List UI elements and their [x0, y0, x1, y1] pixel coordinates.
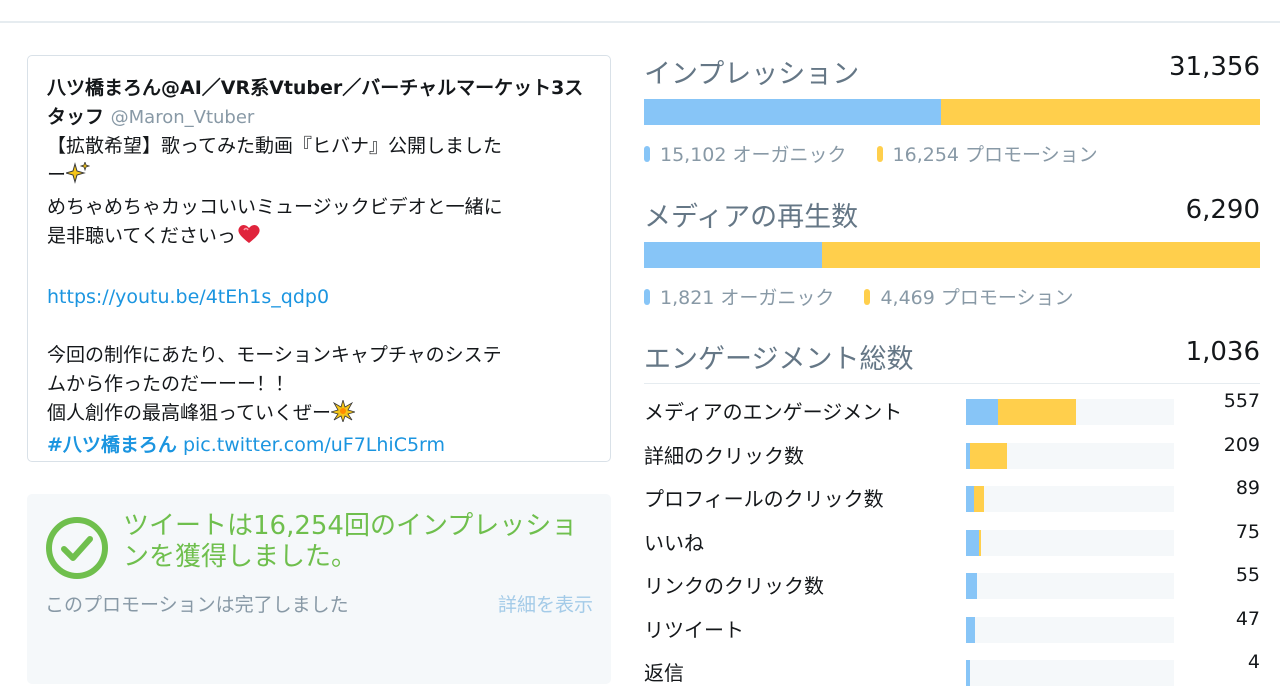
- engagement-organic-segment: [966, 616, 976, 643]
- view-details-link[interactable]: 詳細を表示: [498, 590, 593, 617]
- engagement-bar: [966, 529, 1174, 556]
- tweet-text-line: 是非聴いてくださいっ: [47, 222, 587, 254]
- engagement-promoted-segment: [979, 529, 981, 556]
- engagement-count: 75: [1235, 520, 1260, 543]
- hashtag-link[interactable]: #八ツ橋まろん: [47, 434, 177, 456]
- media-views-promoted-segment: [822, 242, 1260, 268]
- engagement-promoted-segment: [997, 399, 1077, 425]
- tweet-text-line: 今回の制作にあたり、モーションキャプチャのシステ: [47, 344, 502, 366]
- engagement-bar: [966, 399, 1174, 425]
- engagement-organic-segment: [966, 660, 970, 686]
- engagement-bar: [966, 442, 1174, 469]
- impressions-promoted-segment: [940, 99, 1260, 125]
- author-handle[interactable]: @Maron_Vtuber: [111, 107, 255, 128]
- tweet-card[interactable]: 八ツ橋まろん@AI／VR系Vtuber／バーチャルマーケット3スタッフ @Mar…: [27, 55, 611, 462]
- engagement-promoted-segment: [970, 442, 1008, 469]
- engagement-count: 55: [1235, 564, 1260, 586]
- impressions-organic-segment: [644, 99, 941, 125]
- engagement-label: メディアのエンゲージメント: [644, 400, 903, 424]
- impressions-label: インプレッション: [644, 59, 860, 90]
- promotion-status: このプロモーションは完了しました: [45, 594, 349, 616]
- engagement-label: リンクのクリック数: [644, 574, 824, 598]
- engagements-total: 1,036: [1185, 337, 1260, 367]
- engagement-row: リンクのクリック数 55: [644, 564, 1260, 608]
- engagement-organic-segment: [966, 399, 998, 425]
- engagements-section: エンゲージメント総数 1,036: [644, 337, 1260, 377]
- promoted-swatch: [876, 145, 883, 162]
- promotion-summary-card: ツイートは16,254回のインプレッションを獲得しました。 このプロモーションは…: [27, 494, 611, 684]
- promoted-swatch: [864, 288, 871, 305]
- impressions-legend: 15,102 オーガニック 16,254 プロモーション: [644, 140, 1098, 167]
- check-circle-icon: [46, 517, 108, 579]
- engagement-count: 209: [1223, 433, 1260, 456]
- collision-icon: [329, 398, 357, 431]
- media-views-section: メディアの再生数 6,290 1,821 オーガニック 4,469 プロモーショ…: [644, 195, 1260, 315]
- engagement-label: プロフィールのクリック数: [644, 487, 884, 511]
- engagement-bar: [966, 660, 1174, 686]
- engagement-organic-segment: [966, 573, 977, 599]
- media-views-organic: 1,821 オーガニック: [660, 287, 835, 309]
- engagement-row: 詳細のクリック数 209: [644, 434, 1260, 478]
- engagement-label: 返信: [644, 661, 684, 685]
- impressions-promoted: 16,254 プロモーション: [892, 144, 1098, 166]
- engagements-label: エンゲージメント総数: [644, 344, 914, 375]
- tweet-author[interactable]: 八ツ橋まろん@AI／VR系Vtuber／バーチャルマーケット3スタッフ @Mar…: [47, 74, 587, 132]
- tweet-text-line: ー: [47, 160, 587, 193]
- engagement-count: 89: [1235, 477, 1260, 499]
- media-views-total: 6,290: [1185, 195, 1260, 225]
- impressions-section: インプレッション 31,356 15,102 オーガニック 16,254 プロモ…: [644, 52, 1260, 172]
- top-divider: [0, 21, 1280, 23]
- engagement-bar: [966, 616, 1174, 643]
- organic-swatch: [644, 288, 650, 305]
- media-views-promoted: 4,469 プロモーション: [880, 287, 1074, 309]
- engagement-row: 返信 4: [644, 651, 1260, 695]
- media-views-label: メディアの再生数: [644, 202, 859, 233]
- tweet-text-line: めちゃめちゃカッコいいミュージックビデオと一緒に: [47, 196, 503, 218]
- engagement-organic-segment: [966, 486, 974, 512]
- impressions-bar: [644, 99, 1260, 125]
- tweet-text-line: ムから作ったのだーーー！！: [47, 373, 295, 395]
- tweet-text-line: 個人創作の最高峰狙っていくぜー: [47, 398, 587, 431]
- pic-link[interactable]: pic.twitter.com/uF7LhiC5rm: [183, 434, 445, 456]
- engagement-row: リツイート 47: [644, 608, 1260, 652]
- engagement-label: 詳細のクリック数: [644, 443, 804, 468]
- media-views-bar: [644, 242, 1260, 268]
- engagements-divider: [644, 383, 1260, 384]
- engagement-count: 47: [1235, 607, 1260, 630]
- engagement-row: プロフィールのクリック数 89: [644, 477, 1260, 521]
- tweet-body: 八ツ橋まろん@AI／VR系Vtuber／バーチャルマーケット3スタッフ @Mar…: [47, 74, 587, 460]
- engagement-label: いいね: [644, 530, 704, 555]
- promotion-title: ツイートは16,254回のインプレッションを獲得しました。: [123, 511, 578, 572]
- engagement-count: 557: [1223, 390, 1260, 412]
- organic-swatch: [644, 145, 650, 162]
- engagement-promoted-segment: [973, 486, 984, 512]
- tweet-youtube-link[interactable]: https://youtu.be/4tEh1s_qdp0: [47, 286, 329, 308]
- engagement-organic-segment: [966, 529, 980, 556]
- engagement-bar: [966, 573, 1174, 599]
- tweet-text-line: 【拡散希望】歌ってみた動画『ヒバナ』公開しました: [47, 135, 503, 157]
- engagement-bar: [966, 486, 1174, 512]
- engagement-row: いいね 75: [644, 521, 1260, 565]
- heart-icon: [236, 223, 262, 254]
- engagement-row: メディアのエンゲージメント 557: [644, 390, 1260, 434]
- impressions-organic: 15,102 オーガニック: [660, 144, 847, 166]
- media-views-legend: 1,821 オーガニック 4,469 プロモーション: [644, 283, 1074, 310]
- engagement-label: リツイート: [644, 617, 744, 642]
- sparkles-icon: [64, 160, 91, 193]
- impressions-total: 31,356: [1169, 52, 1260, 82]
- media-views-organic-segment: [644, 242, 823, 268]
